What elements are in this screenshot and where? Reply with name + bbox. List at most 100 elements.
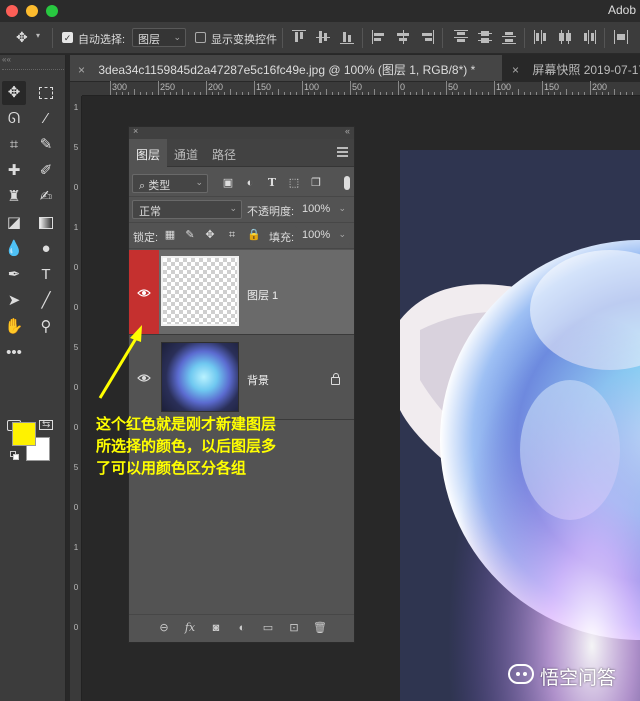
clone-stamp-tool-icon[interactable]: ♜ xyxy=(2,185,26,209)
move-tool-icon[interactable]: ✥ xyxy=(2,81,26,105)
align-left-icon[interactable] xyxy=(372,30,386,44)
healing-brush-tool-icon[interactable]: ✚ xyxy=(2,159,26,183)
tool-preset-caret-icon[interactable]: ▾ xyxy=(36,31,40,40)
layer-name[interactable]: 背景 xyxy=(247,372,269,388)
collapse-panel-icon[interactable]: « xyxy=(345,126,350,136)
crop-tool-icon[interactable]: ⌗ xyxy=(2,133,26,157)
lock-row: 锁定: ▦ ✎ ✥ ⌗ 🔒 填充: 100% ⌄ xyxy=(129,223,354,249)
gradient-tool-icon[interactable] xyxy=(34,211,58,235)
auto-select-dropdown[interactable]: 图层 ⌄ xyxy=(132,28,186,47)
opacity-field[interactable]: 100% ⌄ xyxy=(295,200,351,219)
distribute-spacing-icon[interactable] xyxy=(614,30,628,44)
distribute-vertical-center-icon[interactable] xyxy=(478,30,492,44)
close-tab-icon[interactable]: × xyxy=(512,63,519,77)
link-icon[interactable]: ⊖ xyxy=(157,621,171,635)
path-selection-tool-icon[interactable]: ➤ xyxy=(2,289,26,313)
folder-icon[interactable]: ▭ xyxy=(261,621,275,635)
show-transform-label: 显示变换控件 xyxy=(211,34,277,46)
dodge-tool-icon[interactable]: ● xyxy=(34,237,58,261)
brush-tool-icon[interactable]: ✐ xyxy=(34,159,58,183)
align-vertical-center-icon[interactable] xyxy=(316,30,330,44)
visibility-eye-icon[interactable] xyxy=(137,373,151,383)
distribute-left-icon[interactable] xyxy=(534,30,548,44)
more-tools-icon[interactable]: ••• xyxy=(2,341,26,365)
distribute-top-icon[interactable] xyxy=(454,30,468,44)
lock-image-icon[interactable]: ✎ xyxy=(183,228,197,242)
tools-collapse-icon[interactable]: «« xyxy=(0,55,66,65)
tab-layers[interactable]: 图层 xyxy=(129,139,167,167)
filter-kind-value: 类型 xyxy=(148,180,171,192)
fill-field[interactable]: 100% ⌄ xyxy=(295,226,351,245)
align-top-icon[interactable] xyxy=(292,30,306,44)
layer-row[interactable]: 背景 xyxy=(129,336,354,420)
minimize-window-button[interactable] xyxy=(26,5,38,17)
type-tool-icon[interactable]: T xyxy=(34,263,58,287)
lock-artboard-icon[interactable]: ⌗ xyxy=(225,228,239,242)
new-layer-icon[interactable]: ⊡ xyxy=(287,621,301,635)
move-tool-icon[interactable]: ✥ xyxy=(16,29,28,46)
eyedropper-tool-icon[interactable]: ✎ xyxy=(34,133,58,157)
filter-adjustment-icon[interactable]: ◐ xyxy=(243,176,257,190)
distribute-horizontal-center-icon[interactable] xyxy=(558,30,572,44)
lock-all-icon[interactable]: 🔒 xyxy=(247,228,261,242)
filter-toggle[interactable] xyxy=(344,176,350,190)
document-tab[interactable]: × 屏幕快照 2019-07-17 xyxy=(504,55,640,81)
align-bottom-icon[interactable] xyxy=(340,30,354,44)
hand-tool-icon[interactable]: ✋ xyxy=(2,315,26,339)
lock-position-icon[interactable]: ✥ xyxy=(203,228,217,242)
horizontal-ruler[interactable]: 300 250 200 150 100 50 0 50 100 150 200 xyxy=(82,81,640,96)
default-colors-icon[interactable] xyxy=(10,451,20,461)
adjustment-icon[interactable]: ◐ xyxy=(235,621,249,635)
line-tool-icon[interactable]: ╱ xyxy=(34,289,58,313)
document-tab[interactable]: × 3dea34c1159845d2a47287e5c16fc49e.jpg @… xyxy=(70,55,502,81)
opacity-value: 100% xyxy=(302,203,331,215)
filter-shape-icon[interactable]: ⬚ xyxy=(287,176,301,190)
magic-wand-tool-icon[interactable]: ⁄ xyxy=(34,107,58,131)
ruler-label: 100 xyxy=(496,82,512,92)
close-tab-icon[interactable]: × xyxy=(78,63,85,77)
visibility-eye-icon[interactable] xyxy=(137,288,151,298)
canvas-image[interactable] xyxy=(400,150,640,701)
maximize-window-button[interactable] xyxy=(46,5,58,17)
tab-channels[interactable]: 通道 xyxy=(167,139,205,167)
lock-transparent-icon[interactable]: ▦ xyxy=(163,228,177,242)
blur-tool-icon[interactable]: 💧 xyxy=(2,237,26,261)
layer-row[interactable]: 图层 1 xyxy=(129,250,354,335)
vertical-ruler[interactable]: 1 5 0 1 0 0 5 0 0 5 0 1 0 0 xyxy=(70,96,82,701)
ruler-tick xyxy=(434,92,435,95)
align-right-icon[interactable] xyxy=(420,30,434,44)
foreground-color-swatch[interactable] xyxy=(12,422,36,446)
ruler-tick xyxy=(536,92,537,95)
pen-tool-icon[interactable]: ✒ xyxy=(2,263,26,287)
zoom-tool-icon[interactable]: ⚲ xyxy=(34,315,58,339)
history-brush-tool-icon[interactable]: ✍ xyxy=(34,185,58,209)
blend-mode-dropdown[interactable]: 正常 ⌄ xyxy=(132,200,242,219)
close-panel-icon[interactable]: × xyxy=(133,126,138,136)
fx-icon[interactable]: fx xyxy=(183,621,197,635)
filter-type-icon[interactable]: T xyxy=(265,176,279,190)
auto-select-checkbox[interactable]: ✓ xyxy=(62,32,73,43)
panel-tabs: 图层 通道 路径 xyxy=(129,139,354,167)
lasso-tool-icon[interactable]: ᘏ xyxy=(2,107,26,131)
filter-pixel-icon[interactable]: ▣ xyxy=(221,176,235,190)
annotation-text: 这个红色就是刚才新建图层 所选择的颜色，以后图层多 了可以用颜色区分各组 xyxy=(96,414,356,480)
align-horizontal-center-icon[interactable] xyxy=(396,30,410,44)
trash-icon[interactable]: 🗑 xyxy=(313,621,327,635)
ruler-origin[interactable] xyxy=(70,82,82,96)
tools-grip[interactable] xyxy=(2,69,64,73)
close-window-button[interactable] xyxy=(6,5,18,17)
filter-kind-dropdown[interactable]: ⌕ 类型 ⌄ xyxy=(132,174,208,193)
panel-menu-icon[interactable] xyxy=(337,147,348,157)
layer-name[interactable]: 图层 1 xyxy=(247,287,278,303)
filter-smart-object-icon[interactable]: ❐ xyxy=(309,176,323,190)
ruler-tick xyxy=(554,92,555,95)
marquee-tool-icon[interactable] xyxy=(34,81,58,105)
tab-paths[interactable]: 路径 xyxy=(205,139,243,167)
eraser-tool-icon[interactable]: ◪ xyxy=(2,211,26,235)
screen-mode-icon[interactable] xyxy=(34,413,58,437)
distribute-right-icon[interactable] xyxy=(582,30,596,44)
distribute-bottom-icon[interactable] xyxy=(502,30,516,44)
divider xyxy=(362,28,363,48)
mask-icon[interactable]: ◙ xyxy=(209,621,223,635)
show-transform-checkbox[interactable] xyxy=(195,32,206,43)
